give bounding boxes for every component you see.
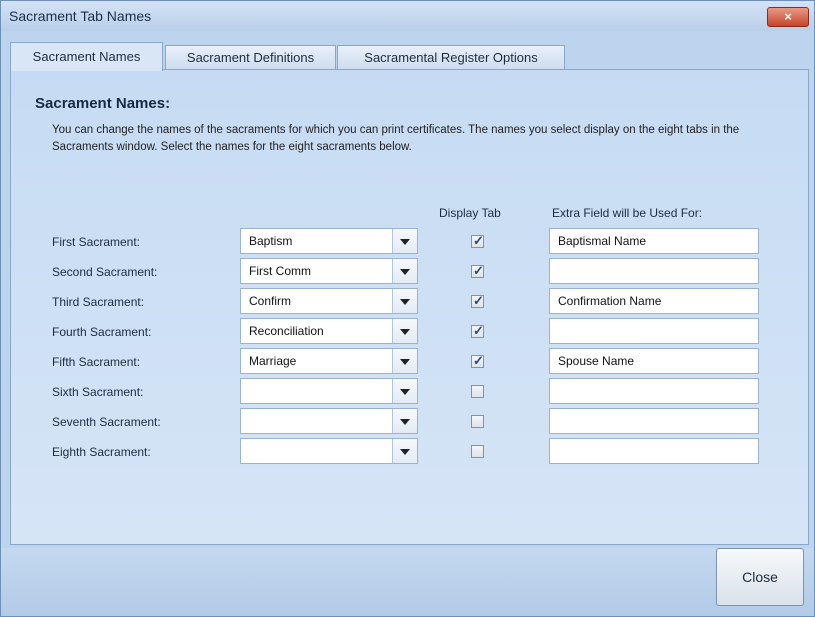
close-icon[interactable]: ×: [767, 7, 809, 27]
extra-field-input[interactable]: [549, 258, 759, 284]
chevron-down-icon[interactable]: [392, 349, 417, 373]
sacrament-name-dropdown[interactable]: [240, 408, 418, 434]
sacrament-label: Eighth Sacrament:: [52, 445, 151, 459]
title-bar[interactable]: Sacrament Tab Names ×: [1, 1, 814, 31]
display-tab-header: Display Tab: [439, 206, 501, 220]
sacrament-label: First Sacrament:: [52, 235, 141, 249]
sacrament-name-value: Marriage: [249, 354, 297, 368]
sacrament-name-dropdown[interactable]: Confirm: [240, 288, 418, 314]
chevron-down-icon[interactable]: [392, 229, 417, 253]
display-tab-checkbox[interactable]: [471, 293, 484, 309]
display-tab-checkbox[interactable]: [471, 263, 484, 279]
sacrament-name-dropdown[interactable]: [240, 438, 418, 464]
extra-field-input[interactable]: Baptismal Name: [549, 228, 759, 254]
tab-sacramental-register-options[interactable]: Sacramental Register Options: [337, 45, 565, 70]
chevron-down-icon[interactable]: [392, 379, 417, 403]
sacrament-name-value: Baptism: [249, 234, 293, 248]
tab-sacrament-names[interactable]: Sacrament Names: [10, 42, 163, 71]
sacrament-name-dropdown[interactable]: Baptism: [240, 228, 418, 254]
description-text: You can change the names of the sacramen…: [52, 124, 740, 153]
display-tab-checkbox[interactable]: [471, 385, 484, 398]
extra-field-value: Baptismal Name: [558, 234, 647, 248]
sacrament-name-value: First Comm: [249, 264, 311, 278]
sacrament-name-value: Confirm: [249, 294, 292, 308]
display-tab-checkbox[interactable]: [471, 445, 484, 458]
chevron-down-icon[interactable]: [392, 259, 417, 283]
extra-field-input[interactable]: [549, 378, 759, 404]
sacrament-label: Fourth Sacrament:: [52, 325, 152, 339]
sacrament-name-dropdown[interactable]: [240, 378, 418, 404]
tab-sacrament-definitions[interactable]: Sacrament Definitions: [165, 45, 336, 70]
chevron-down-icon[interactable]: [392, 319, 417, 343]
extra-field-input[interactable]: [549, 408, 759, 434]
window-title: Sacrament Tab Names: [9, 8, 152, 24]
sacrament-name-dropdown[interactable]: Marriage: [240, 348, 418, 374]
footer-bar: [1, 548, 814, 616]
dialog-window: Sacrament Tab Names × Sacrament Names Sa…: [0, 0, 815, 617]
sacrament-label: Seventh Sacrament:: [52, 415, 161, 429]
extra-field-input[interactable]: [549, 318, 759, 344]
extra-field-value: Spouse Name: [558, 354, 635, 368]
close-button[interactable]: Close: [716, 548, 804, 606]
sacrament-label: Second Sacrament:: [52, 265, 158, 279]
display-tab-checkbox[interactable]: [471, 233, 484, 249]
extra-field-input[interactable]: [549, 438, 759, 464]
display-tab-checkbox[interactable]: [471, 353, 484, 369]
extra-field-input[interactable]: Spouse Name: [549, 348, 759, 374]
extra-field-header: Extra Field will be Used For:: [552, 206, 703, 220]
chevron-down-icon[interactable]: [392, 439, 417, 463]
sacrament-name-dropdown[interactable]: First Comm: [240, 258, 418, 284]
extra-field-input[interactable]: Confirmation Name: [549, 288, 759, 314]
display-tab-checkbox[interactable]: [471, 323, 484, 339]
sacrament-name-dropdown[interactable]: Reconciliation: [240, 318, 418, 344]
sacrament-label: Third Sacrament:: [52, 295, 145, 309]
sacrament-label: Fifth Sacrament:: [52, 355, 141, 369]
sacrament-label: Sixth Sacrament:: [52, 385, 144, 399]
extra-field-value: Confirmation Name: [558, 294, 662, 308]
sacrament-name-value: Reconciliation: [249, 324, 324, 338]
display-tab-checkbox[interactable]: [471, 415, 484, 428]
section-heading: Sacrament Names:: [35, 95, 171, 112]
chevron-down-icon[interactable]: [392, 289, 417, 313]
chevron-down-icon[interactable]: [392, 409, 417, 433]
